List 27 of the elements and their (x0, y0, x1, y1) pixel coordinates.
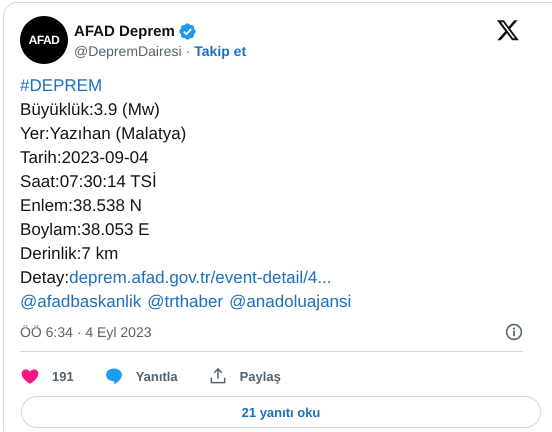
detail-label: Detay: (20, 268, 70, 287)
tweet-text-line: Saat:07:30:14 TSİ (20, 171, 158, 193)
action-label[interactable]: 191 (52, 368, 74, 384)
mention-link[interactable]: @afadbaskanlik (20, 290, 142, 314)
author-name[interactable]: AFAD Deprem (74, 22, 175, 40)
info-icon[interactable] (505, 323, 523, 341)
follow-link[interactable]: Takip et (194, 42, 246, 58)
hashtag-link[interactable]: #DEPREM (20, 74, 546, 98)
read-replies-button[interactable]: 21 yanıtı oku (21, 396, 541, 428)
timestamp[interactable]: ÖÖ 6:34 · 4 Eyl 2023 (20, 324, 152, 340)
share-icon[interactable] (208, 366, 228, 386)
mention-link[interactable]: @trthaber (147, 290, 224, 314)
action-label[interactable]: Yanıtla (136, 368, 178, 384)
tweet-text-line: Derinlik:7 km (20, 243, 120, 265)
tweet-text-line: Enlem:38.538 N (20, 195, 143, 217)
speech-bubble-icon[interactable] (104, 366, 124, 386)
avatar[interactable]: AFAD (20, 16, 68, 64)
mention-link[interactable]: @anadoluajansi (229, 290, 352, 314)
detail-link[interactable]: deprem.afad.gov.tr/event-detail/4... (69, 268, 332, 287)
tweet-text-line: Tarih:2023-09-04 (20, 147, 150, 169)
separator: · (186, 42, 190, 58)
tweet-text-line: Yer:Yazıhan (Malatya) (20, 123, 188, 145)
x-logo-icon[interactable] (496, 18, 520, 42)
tweet-text-line: Boylam:38.053 E (20, 219, 150, 241)
action-label[interactable]: Paylaş (240, 368, 281, 384)
author-handle[interactable]: @DepremDairesi (74, 42, 182, 58)
tweet-text-line: Büyüklük:3.9 (Mw) (20, 99, 161, 121)
